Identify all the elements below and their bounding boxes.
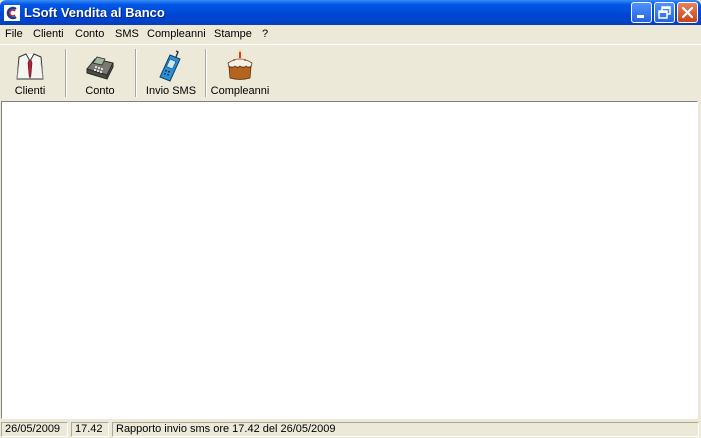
toolbar-separator bbox=[135, 49, 137, 97]
status-date: 26/05/2009 bbox=[1, 422, 68, 437]
toolbar-label-conto: Conto bbox=[85, 85, 115, 97]
toolbar-button-clienti[interactable]: Clienti bbox=[0, 47, 60, 99]
restore-icon bbox=[658, 6, 671, 19]
status-time: 17.42 bbox=[71, 422, 109, 437]
toolbar-label-clienti: Clienti bbox=[14, 85, 46, 97]
close-icon bbox=[681, 6, 694, 19]
menu-help[interactable]: ? bbox=[262, 28, 268, 40]
toolbar-button-compleanni[interactable]: Compleanni bbox=[209, 47, 271, 99]
toolbar-separator bbox=[65, 49, 67, 97]
application-window: LSoft Vendita al Banco File Clienti Cont… bbox=[0, 0, 701, 438]
menu-sms[interactable]: SMS bbox=[115, 28, 139, 40]
menu-clienti[interactable]: Clienti bbox=[33, 28, 64, 40]
toolbar-label-invio-sms: Invio SMS bbox=[145, 85, 197, 97]
lsoft-logo-icon[interactable] bbox=[4, 5, 20, 21]
minimize-icon bbox=[637, 15, 644, 18]
toolbar-button-conto[interactable]: Conto bbox=[70, 47, 130, 99]
menu-file[interactable]: File bbox=[5, 28, 23, 40]
toolbar-button-invio-sms[interactable]: Invio SMS bbox=[140, 47, 202, 99]
shirt-tie-icon bbox=[13, 49, 47, 83]
toolbar-separator bbox=[205, 49, 207, 97]
close-button[interactable] bbox=[677, 2, 698, 23]
toolbar-label-compleanni: Compleanni bbox=[210, 85, 270, 97]
toolbar: Clienti Conto Invio SMS Compleanni bbox=[0, 44, 701, 101]
window-title: LSoft Vendita al Banco bbox=[24, 5, 165, 20]
menu-stampe[interactable]: Stampe bbox=[214, 28, 252, 40]
birthday-cake-icon bbox=[223, 49, 257, 83]
main-workspace[interactable] bbox=[1, 101, 698, 419]
restore-button[interactable] bbox=[654, 2, 675, 23]
menu-conto[interactable]: Conto bbox=[75, 28, 104, 40]
minimize-button[interactable] bbox=[631, 2, 652, 23]
title-bar[interactable]: LSoft Vendita al Banco bbox=[0, 0, 701, 25]
status-message: Rapporto invio sms ore 17.42 del 26/05/2… bbox=[112, 422, 699, 437]
menu-compleanni[interactable]: Compleanni bbox=[147, 28, 206, 40]
mobile-phone-icon bbox=[154, 49, 188, 83]
menu-bar: File Clienti Conto SMS Compleanni Stampe… bbox=[0, 25, 701, 44]
status-bar: 26/05/2009 17.42 Rapporto invio sms ore … bbox=[0, 421, 701, 438]
cash-register-icon bbox=[83, 49, 117, 83]
